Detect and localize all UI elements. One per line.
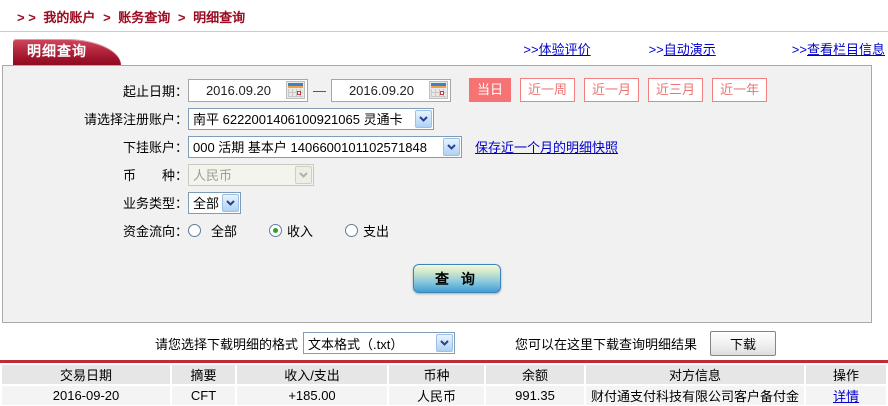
radio-income-label: 收入 xyxy=(287,224,314,239)
chevron-down-icon xyxy=(295,165,312,184)
sub-account-select[interactable]: 000 活期 基本户 1406600101102571848 xyxy=(188,135,462,158)
breadcrumb-item-account-query[interactable]: 账务查询 xyxy=(118,10,170,25)
end-date-value: 2016.09.20 xyxy=(348,82,415,98)
breadcrumb-item-detail-query[interactable]: 明细查询 xyxy=(193,10,245,25)
download-format-value: 文本格式（.txt） xyxy=(308,336,404,352)
fund-flow-option-all: 全部 xyxy=(188,221,237,240)
sub-account-value: 000 活期 基本户 1406600101102571848 xyxy=(193,140,427,155)
business-type-select[interactable]: 全部 xyxy=(188,191,241,214)
top-links: >>体验评价 >>自动演示 >>查看栏目信息 xyxy=(523,39,888,65)
cell-counterparty: 财付通支付科技有限公司客户备付金 xyxy=(586,386,804,405)
register-account-select[interactable]: 南平 6222001406100921065 灵通卡 xyxy=(188,107,434,130)
col-amount: 收入/支出 xyxy=(237,365,387,384)
fund-flow-option-income: 收入 xyxy=(269,221,313,240)
date-separator: — xyxy=(313,82,326,98)
quick-range-week-button[interactable]: 近一周 xyxy=(520,78,576,102)
link-prefix: >> xyxy=(648,42,664,57)
table-row: 2016-09-20 CFT +185.00 人民币 991.35 财付通支付科… xyxy=(2,386,886,405)
end-date-input[interactable]: 2016.09.20 xyxy=(331,78,451,102)
section-header: 明细查询 >>体验评价 >>自动演示 >>查看栏目信息 xyxy=(0,38,888,65)
business-type-row: 业务类型： 全部 xyxy=(11,191,871,214)
view-column-info-link[interactable]: >>查看栏目信息 xyxy=(792,39,885,58)
detail-link[interactable]: 详情 xyxy=(833,389,859,404)
chevron-down-icon xyxy=(415,109,432,128)
breadcrumb-separator: > xyxy=(177,10,186,25)
col-action: 操作 xyxy=(806,365,886,384)
query-button[interactable]: 查 询 xyxy=(413,264,501,293)
radio-all-label: 全部 xyxy=(211,224,238,239)
transaction-table: 交易日期 摘要 收入/支出 币种 余额 对方信息 操作 2016-09-20 C… xyxy=(0,363,888,406)
breadcrumb-arrows-icon: > > xyxy=(17,10,36,25)
fund-flow-option-expense: 支出 xyxy=(345,221,389,240)
download-hint: 您可以在这里下载查询明细结果 xyxy=(515,336,698,352)
quick-range-year-button[interactable]: 近一年 xyxy=(712,78,768,102)
quick-range-month-button[interactable]: 近一月 xyxy=(584,78,640,102)
currency-row: 币 种： 人民币 xyxy=(11,163,871,186)
sub-account-label: 下挂账户： xyxy=(122,140,188,155)
experience-review-link[interactable]: >>体验评价 xyxy=(523,39,590,58)
calendar-icon[interactable] xyxy=(286,81,305,99)
date-range-label: 起止日期： xyxy=(122,83,188,99)
col-summary: 摘要 xyxy=(172,365,235,384)
query-form-panel: 起止日期： 2016.09.20 — 2016.09.20 当日 近一周 近一月… xyxy=(2,65,872,323)
download-format-select[interactable]: 文本格式（.txt） xyxy=(303,332,456,354)
cell-balance: 991.35 xyxy=(486,386,584,405)
link-label: 体验评价 xyxy=(538,42,591,57)
start-date-value: 2016.09.20 xyxy=(205,82,272,98)
download-format-label: 请您选择下载明细的格式 xyxy=(155,336,299,352)
quick-range-today-button[interactable]: 当日 xyxy=(469,78,512,102)
download-row: 请您选择下载明细的格式 文本格式（.txt） 您可以在这里下载查询明细结果 下载 xyxy=(155,330,888,356)
link-label: 自动演示 xyxy=(663,42,716,57)
link-prefix: >> xyxy=(791,42,807,57)
cell-trade-date: 2016-09-20 xyxy=(2,386,170,405)
chevron-down-icon xyxy=(222,193,239,212)
business-type-value: 全部 xyxy=(193,196,220,211)
fund-flow-label: 资金流向： xyxy=(122,224,188,239)
breadcrumb-divider xyxy=(0,31,888,32)
register-account-row: 请选择注册账户： 南平 6222001406100921065 灵通卡 xyxy=(11,107,871,130)
fund-flow-row: 资金流向： 全部 收入 支出 xyxy=(11,219,871,242)
currency-value: 人民币 xyxy=(193,168,233,183)
radio-income[interactable] xyxy=(269,224,283,237)
sub-account-row: 下挂账户： 000 活期 基本户 1406600101102571848 保存近… xyxy=(11,135,871,158)
col-counterparty: 对方信息 xyxy=(586,365,804,384)
register-account-value: 南平 6222001406100921065 灵通卡 xyxy=(193,112,403,127)
calendar-icon[interactable] xyxy=(429,81,448,99)
auto-demo-link[interactable]: >>自动演示 xyxy=(649,39,716,58)
breadcrumb: > > 我的账户 > 账务查询 > 明细查询 xyxy=(0,0,888,26)
radio-all[interactable] xyxy=(188,224,201,237)
download-button[interactable]: 下载 xyxy=(710,330,777,356)
link-prefix: >> xyxy=(523,42,539,57)
chevron-down-icon xyxy=(436,334,454,352)
col-balance: 余额 xyxy=(486,365,584,384)
breadcrumb-separator: > xyxy=(103,10,111,25)
radio-expense-label: 支出 xyxy=(363,224,390,239)
cell-amount: +185.00 xyxy=(237,386,387,405)
col-trade-date: 交易日期 xyxy=(2,365,170,384)
tab-title: 明细查询 xyxy=(27,43,87,59)
cell-currency: 人民币 xyxy=(389,386,484,405)
col-currency: 币种 xyxy=(389,365,484,384)
currency-label: 币 种： xyxy=(122,168,188,183)
cell-action: 详情 xyxy=(806,386,886,405)
detail-query-page: > > 我的账户 > 账务查询 > 明细查询 明细查询 >>体验评价 >>自动演… xyxy=(0,0,888,406)
breadcrumb-item-my-account[interactable]: 我的账户 xyxy=(43,10,95,25)
date-range-row: 起止日期： 2016.09.20 — 2016.09.20 当日 近一周 近一月… xyxy=(11,78,871,102)
quick-range-3months-button[interactable]: 近三月 xyxy=(648,78,704,102)
start-date-input[interactable]: 2016.09.20 xyxy=(188,78,308,102)
cell-summary: CFT xyxy=(172,386,235,405)
radio-expense[interactable] xyxy=(345,224,359,237)
currency-select: 人民币 xyxy=(188,163,314,186)
table-header-row: 交易日期 摘要 收入/支出 币种 余额 对方信息 操作 xyxy=(2,365,886,384)
chevron-down-icon xyxy=(443,137,460,156)
business-type-label: 业务类型： xyxy=(122,196,188,211)
link-label: 查看栏目信息 xyxy=(806,42,885,57)
save-snapshot-link[interactable]: 保存近一个月的明细快照 xyxy=(475,137,618,156)
tab-detail-query[interactable]: 明细查询 xyxy=(13,39,121,65)
register-account-label: 请选择注册账户： xyxy=(83,112,188,127)
